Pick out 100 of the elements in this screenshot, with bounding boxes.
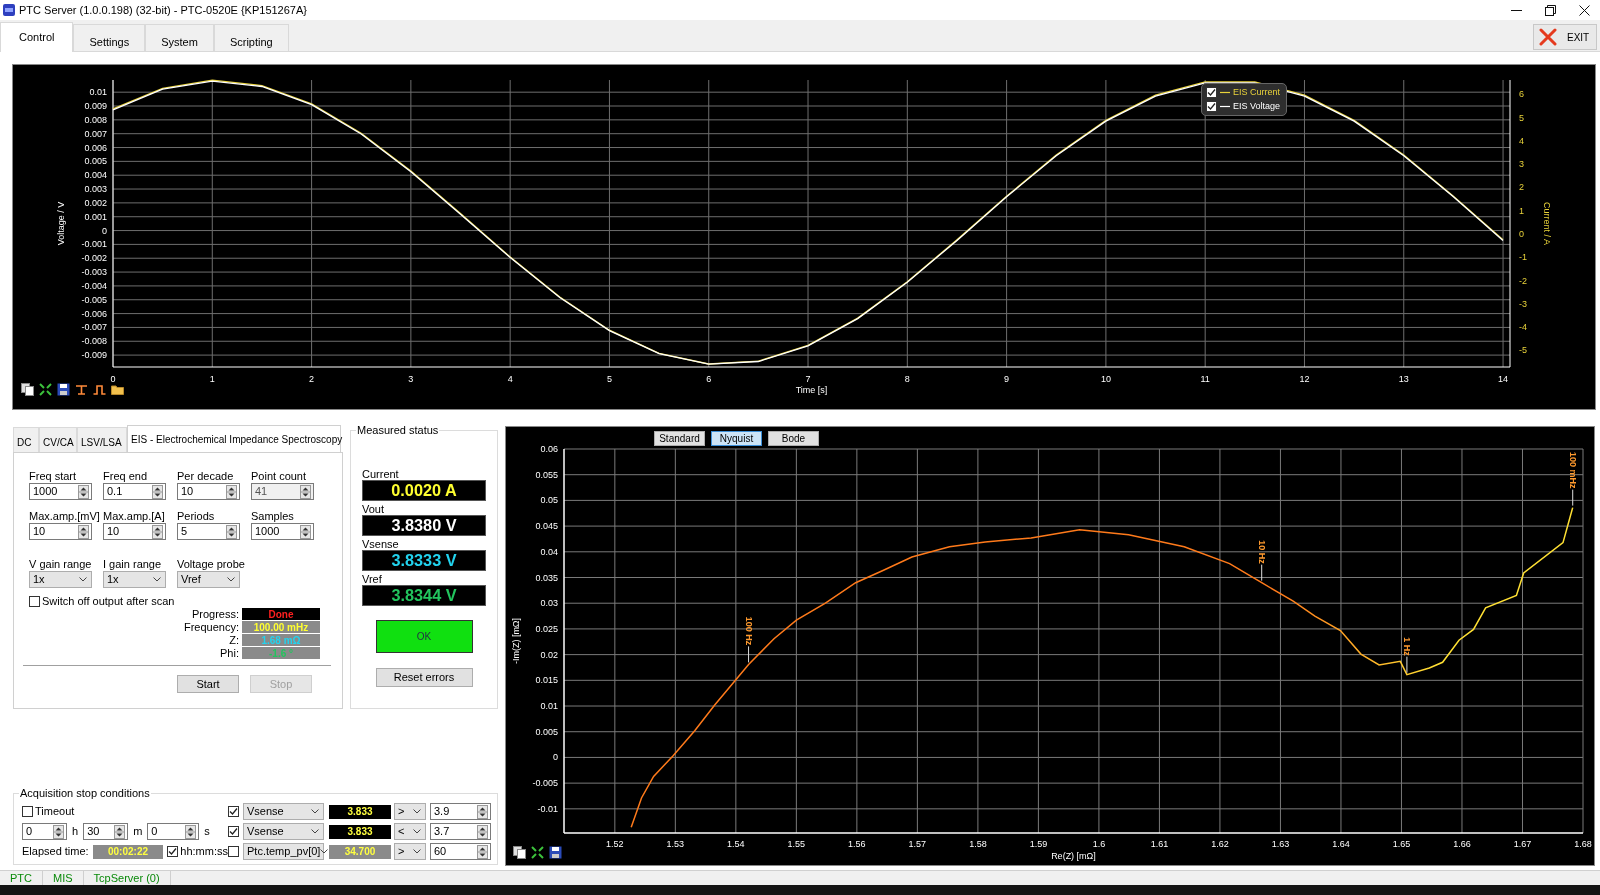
- field-label: Voltage probe: [177, 558, 245, 571]
- spinner-icon[interactable]: [477, 804, 488, 819]
- tick-label: 0.002: [84, 197, 107, 208]
- spinner-icon[interactable]: [114, 824, 126, 839]
- dropdown[interactable]: Vref: [177, 571, 240, 588]
- pulse-icon[interactable]: [93, 383, 106, 396]
- number-field[interactable]: 0.1: [103, 483, 166, 500]
- status-button[interactable]: OK: [375, 620, 473, 653]
- checkbox[interactable]: [228, 826, 239, 837]
- tab[interactable]: CV/CA: [39, 427, 77, 452]
- spinner-icon[interactable]: [78, 524, 89, 539]
- tab[interactable]: EIS - Electrochemical Impedance Spectroscopy: [127, 425, 341, 453]
- chevron-down-icon[interactable]: [413, 829, 421, 834]
- dropdown[interactable]: 1x: [103, 571, 166, 588]
- chevron-down-icon[interactable]: [413, 809, 421, 814]
- fit-icon[interactable]: [531, 846, 544, 859]
- view-tab[interactable]: Standard: [654, 431, 705, 446]
- checkbox[interactable]: [1206, 101, 1217, 112]
- dropdown[interactable]: Vsense: [243, 823, 324, 840]
- readout-label: Progress:: [191, 606, 239, 622]
- checkbox[interactable]: [228, 846, 239, 857]
- spinner-icon[interactable]: [477, 824, 488, 839]
- save-icon[interactable]: [549, 846, 562, 859]
- spinner-icon[interactable]: [185, 824, 197, 839]
- chevron-down-icon[interactable]: [413, 849, 421, 854]
- tab[interactable]: Control: [0, 22, 74, 52]
- number-field[interactable]: 60: [430, 843, 491, 860]
- tick-label: 1.55: [787, 839, 806, 849]
- marker-icon[interactable]: [75, 383, 88, 396]
- tab[interactable]: DC: [13, 427, 39, 452]
- number-field[interactable]: 1000: [29, 483, 92, 500]
- exit-button[interactable]: EXIT: [1533, 24, 1597, 50]
- dropdown[interactable]: >: [394, 803, 426, 820]
- view-tab[interactable]: Nyquist: [711, 431, 762, 446]
- number-field[interactable]: 3.7: [430, 823, 491, 840]
- checkbox-label: hh:mm:ss: [180, 844, 228, 860]
- number-field[interactable]: 0: [22, 823, 67, 840]
- tab[interactable]: System: [145, 24, 214, 51]
- chevron-down-icon[interactable]: [79, 577, 87, 582]
- tick-label: 0: [553, 752, 558, 763]
- dropdown[interactable]: <: [394, 823, 426, 840]
- number-field[interactable]: 10: [103, 523, 166, 540]
- spinner-icon[interactable]: [53, 824, 64, 839]
- number-field[interactable]: 30: [83, 823, 129, 840]
- checkbox[interactable]: [228, 806, 239, 817]
- number-field[interactable]: 0: [147, 823, 200, 840]
- save-icon[interactable]: [57, 383, 70, 396]
- dropdown[interactable]: Vsense: [243, 803, 324, 820]
- copy-icon[interactable]: [21, 383, 34, 396]
- chevron-down-icon[interactable]: [320, 849, 329, 854]
- folder-icon[interactable]: [111, 383, 124, 396]
- fit-icon[interactable]: [39, 383, 52, 396]
- copy-icon[interactable]: [513, 846, 526, 859]
- tick-label: 0.015: [535, 675, 558, 686]
- spinner-icon[interactable]: [152, 484, 163, 499]
- tab[interactable]: LSV/LSA: [77, 427, 127, 452]
- number-field[interactable]: 10: [177, 483, 240, 500]
- frequency-label: 100 mHz: [1567, 452, 1578, 489]
- spinner-icon[interactable]: [300, 524, 311, 539]
- dropdown[interactable]: >: [394, 843, 426, 860]
- tick-label: 0.03: [540, 598, 558, 609]
- spinner-icon[interactable]: [78, 484, 89, 499]
- reading-value: 3.8380 V: [391, 516, 457, 535]
- leader-line: [1261, 564, 1263, 582]
- checkbox[interactable]: [22, 806, 33, 817]
- close-icon[interactable]: [1579, 4, 1590, 16]
- number-field[interactable]: 10: [29, 523, 92, 540]
- chevron-down-icon[interactable]: [227, 577, 235, 582]
- checkbox[interactable]: [167, 846, 179, 857]
- tick-label: 8: [904, 374, 910, 384]
- tick-label: -0.002: [81, 253, 107, 264]
- reset-button[interactable]: Reset errors: [375, 668, 473, 687]
- checkbox[interactable]: [1206, 87, 1217, 98]
- tick-label: 7: [805, 374, 811, 384]
- tab[interactable]: Settings: [73, 24, 146, 51]
- chevron-down-icon[interactable]: [311, 809, 319, 814]
- tick-label: 1: [1519, 205, 1524, 216]
- restore-icon[interactable]: [1545, 4, 1556, 16]
- chevron-down-icon[interactable]: [311, 829, 319, 834]
- spinner-icon[interactable]: [152, 524, 163, 539]
- readout-value: 1.68 mΩ: [261, 635, 301, 646]
- number-field[interactable]: 5: [177, 523, 240, 540]
- condition-reading: 3.833: [329, 824, 391, 839]
- spinner-icon[interactable]: [226, 524, 237, 539]
- chevron-down-icon[interactable]: [153, 577, 161, 582]
- view-tab[interactable]: Bode: [768, 431, 819, 446]
- number-field[interactable]: 1000: [251, 523, 314, 540]
- tab[interactable]: Scripting: [213, 24, 289, 51]
- tick-label: -4: [1519, 322, 1527, 333]
- tick-label: 0.009: [84, 101, 107, 111]
- checkbox[interactable]: [29, 595, 40, 607]
- tick-label: 1.57: [908, 839, 927, 849]
- group-title: Acquisition stop conditions: [19, 787, 151, 800]
- spinner-icon[interactable]: [477, 844, 488, 859]
- number-field[interactable]: 3.9: [430, 803, 491, 820]
- dropdown[interactable]: 1x: [29, 571, 92, 588]
- tick-label: 0.06: [540, 444, 558, 454]
- legend-swatch: [1220, 91, 1230, 94]
- spinner-icon[interactable]: [226, 484, 237, 499]
- action-button[interactable]: Start: [177, 675, 239, 693]
